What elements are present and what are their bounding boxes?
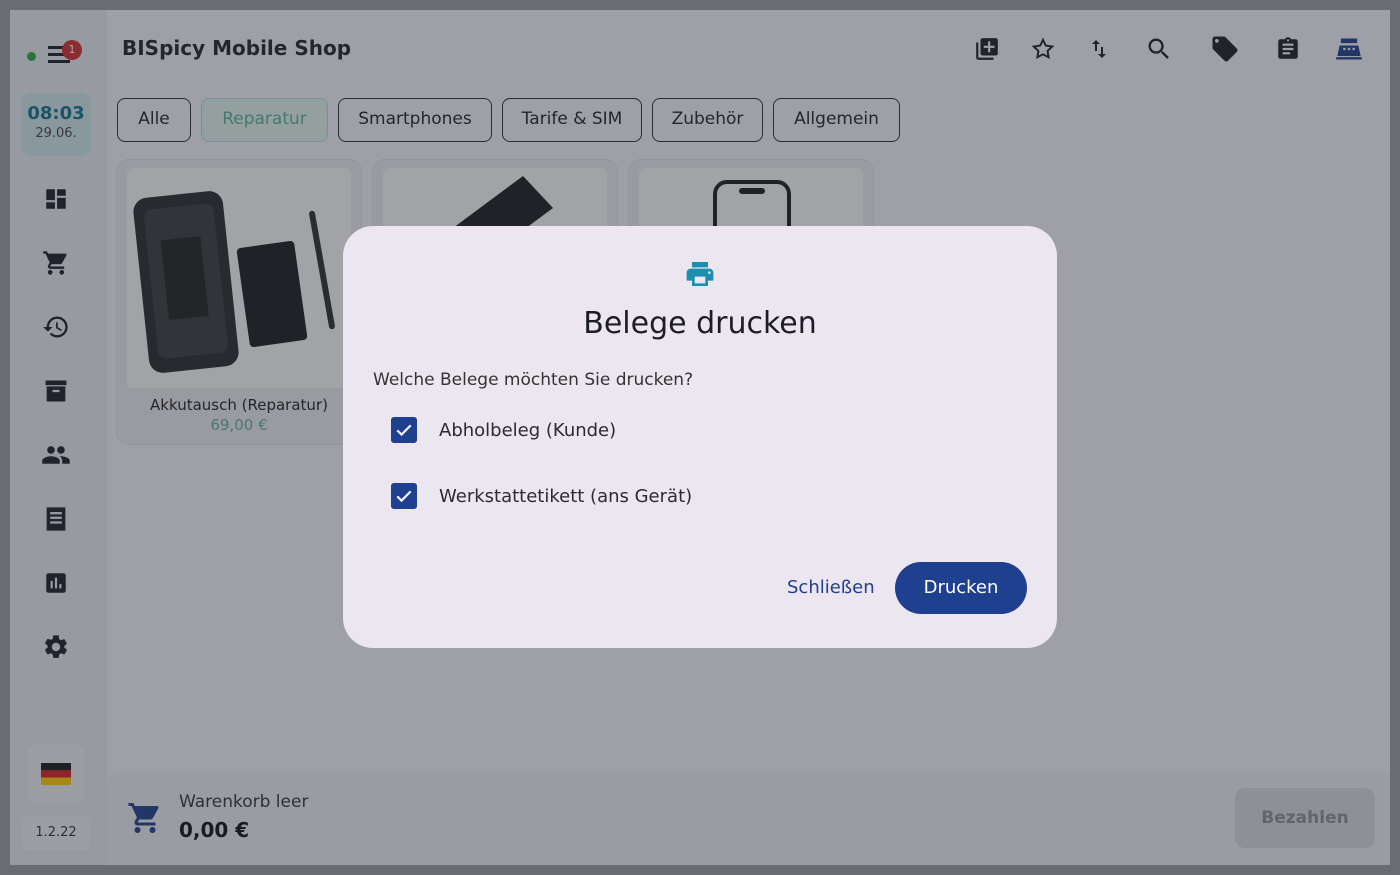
printer-icon xyxy=(684,258,716,294)
checkbox-abholbeleg[interactable] xyxy=(391,417,417,443)
dialog-title: Belege drucken xyxy=(583,306,817,341)
option-label: Werkstattetikett (ans Gerät) xyxy=(439,485,693,507)
print-button[interactable]: Drucken xyxy=(895,562,1027,614)
print-receipts-dialog: Belege drucken Welche Belege möchten Sie… xyxy=(343,226,1057,648)
option-abholbeleg[interactable]: Abholbeleg (Kunde) xyxy=(391,415,616,445)
option-werkstattetikett[interactable]: Werkstattetikett (ans Gerät) xyxy=(391,481,692,511)
checkmark-icon xyxy=(396,424,412,437)
close-button[interactable]: Schließen xyxy=(775,562,887,614)
option-label: Abholbeleg (Kunde) xyxy=(439,419,617,441)
checkmark-icon xyxy=(396,490,412,503)
dialog-question: Welche Belege möchten Sie drucken? xyxy=(373,370,694,390)
checkbox-werkstattetikett[interactable] xyxy=(391,483,417,509)
